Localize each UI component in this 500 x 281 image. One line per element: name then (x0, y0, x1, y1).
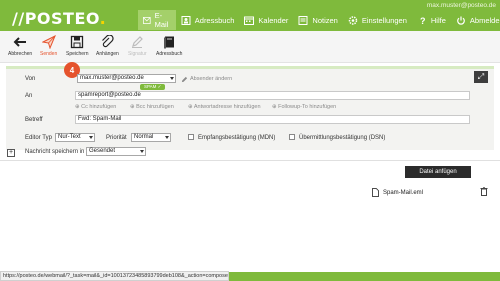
add-reply-to-label: Antwortadresse hinzufügen (193, 103, 261, 110)
subject-field[interactable]: Fwd: Spam-Mail (75, 115, 470, 124)
floppy-disk-icon (71, 35, 84, 49)
pencil-icon (181, 76, 188, 82)
add-reply-to-link[interactable]: ⊕ Antwortadresse hinzufügen (188, 104, 261, 110)
chevron-down-icon (140, 150, 144, 153)
nav-einstellungen-label: Einstellungen (361, 15, 407, 25)
nav-email[interactable]: E-Mail (138, 10, 176, 30)
paperclip-icon (102, 35, 115, 48)
attach-button[interactable]: Anhängen (96, 35, 119, 57)
send-label: Senden (40, 51, 58, 57)
save-label: Speichern (66, 51, 89, 57)
nav-email-label: E-Mail (154, 11, 169, 29)
compose-toolbar: Abbrechen Senden Speichern Anhängen Sign… (0, 31, 500, 63)
add-cc-link[interactable]: ⊕ Cc hinzufügen (75, 104, 116, 110)
signature-button[interactable]: Signatur (128, 35, 147, 57)
url-status-bar: https://posteo.de/webmail/?_task=mail&_i… (0, 271, 229, 281)
address-book-icon (181, 15, 191, 25)
cancel-button[interactable]: Abbrechen (8, 35, 32, 57)
nav-adressbuch[interactable]: Adressbuch (176, 10, 240, 30)
to-label: An (25, 93, 33, 99)
send-button[interactable]: Senden (40, 35, 57, 57)
paper-plane-icon (41, 35, 56, 49)
nav-abmelden[interactable]: Abmelden (451, 10, 500, 30)
from-select[interactable]: max.muster@posteo.de (77, 74, 176, 83)
editor-type-value: Nur-Text (58, 134, 81, 140)
from-label: Von (25, 76, 36, 82)
save-in-label: Nachricht speichern in (25, 149, 85, 155)
address-book-label: Adressbuch (156, 51, 183, 57)
nav-hilfe-label: Hilfe (430, 15, 446, 25)
add-bcc-label: Bcc hinzufügen (136, 103, 174, 110)
nav-adressbuch-label: Adressbuch (194, 15, 235, 25)
add-followup-to-label: Followup-To hinzufügen (278, 103, 337, 110)
chevron-down-icon (89, 136, 93, 139)
save-in-select[interactable]: Gesendet (86, 147, 146, 156)
priority-value: Normal (134, 134, 154, 140)
nav-notizen-label: Notizen (312, 15, 338, 25)
add-cc-label: Cc hinzufügen (81, 103, 117, 110)
calendar-icon (244, 16, 255, 25)
pencil-icon (132, 36, 144, 48)
book-icon (164, 36, 175, 49)
chevron-down-icon (165, 136, 169, 139)
expand-icon[interactable]: ⤢ (474, 71, 488, 83)
cancel-label: Abbrechen (8, 51, 33, 57)
nav-kalender-label: Kalender (258, 15, 289, 25)
nav-kalender[interactable]: Kalender (239, 10, 293, 30)
dsn-label: Übermittlungsbestätigung (DSN) (299, 135, 386, 141)
add-bcc-link[interactable]: ⊕ Bcc hinzufügen (130, 104, 174, 110)
subject-label: Betreff (25, 117, 43, 123)
change-sender-label: Absender ändern (190, 76, 233, 82)
help-icon: ? (420, 16, 426, 25)
toggle-options-icon[interactable]: + (7, 149, 15, 157)
change-sender-link[interactable]: Absender ändern (181, 76, 232, 83)
svg-text:?: ? (420, 16, 426, 25)
nav-notizen[interactable]: Notizen (293, 10, 342, 30)
to-field[interactable]: spamreport@posteo.de (75, 91, 470, 100)
to-value: spamreport@posteo.de (78, 92, 141, 98)
chevron-down-icon (170, 77, 174, 80)
signature-label: Signatur (128, 51, 147, 57)
mdn-checkbox[interactable] (188, 134, 194, 140)
envelope-icon (143, 16, 151, 24)
editor-type-label: Editor Typ (25, 135, 52, 141)
editor-type-select[interactable]: Nur-Text (55, 133, 95, 142)
attachment-name: Spam-Mail.eml (383, 189, 424, 196)
body-divider (0, 160, 500, 161)
top-header: //POSTEO. max.muster@posteo.de E-Mail Ad… (0, 0, 500, 31)
subject-value: Fwd: Spam-Mail (78, 116, 122, 122)
from-value: max.muster@posteo.de (80, 75, 144, 81)
nav-einstellungen[interactable]: Einstellungen (343, 10, 412, 30)
mdn-label: Empfangsbestätigung (MDN) (198, 135, 276, 141)
attachment-item[interactable]: Spam-Mail.eml (372, 188, 423, 197)
main-nav: E-Mail Adressbuch Kalender Notizen Einst… (138, 10, 500, 30)
save-in-value: Gesendet (89, 148, 116, 154)
gear-icon (348, 15, 358, 25)
posteo-logo[interactable]: //POSTEO. (12, 9, 106, 28)
dsn-checkbox[interactable] (289, 134, 295, 140)
attach-label: Anhängen (96, 51, 119, 57)
add-file-button[interactable]: Datei anfügen (405, 166, 471, 178)
nav-hilfe[interactable]: ? Hilfe (412, 10, 451, 30)
trash-icon[interactable] (480, 187, 488, 196)
power-icon (457, 16, 465, 25)
add-followup-to-link[interactable]: ⊕ Followup-To hinzufügen (272, 104, 336, 110)
spam-chip[interactable]: SPAM ✓ (140, 84, 166, 90)
notes-icon (298, 15, 308, 25)
file-icon (372, 188, 379, 197)
priority-label: Priorität (106, 135, 127, 141)
address-book-button[interactable]: Adressbuch (156, 35, 182, 57)
save-button[interactable]: Speichern (66, 35, 89, 57)
user-email: max.muster@posteo.de (426, 2, 496, 9)
priority-select[interactable]: Normal (131, 133, 171, 142)
nav-abmelden-label: Abmelden (469, 15, 500, 25)
arrow-left-icon (13, 37, 27, 47)
